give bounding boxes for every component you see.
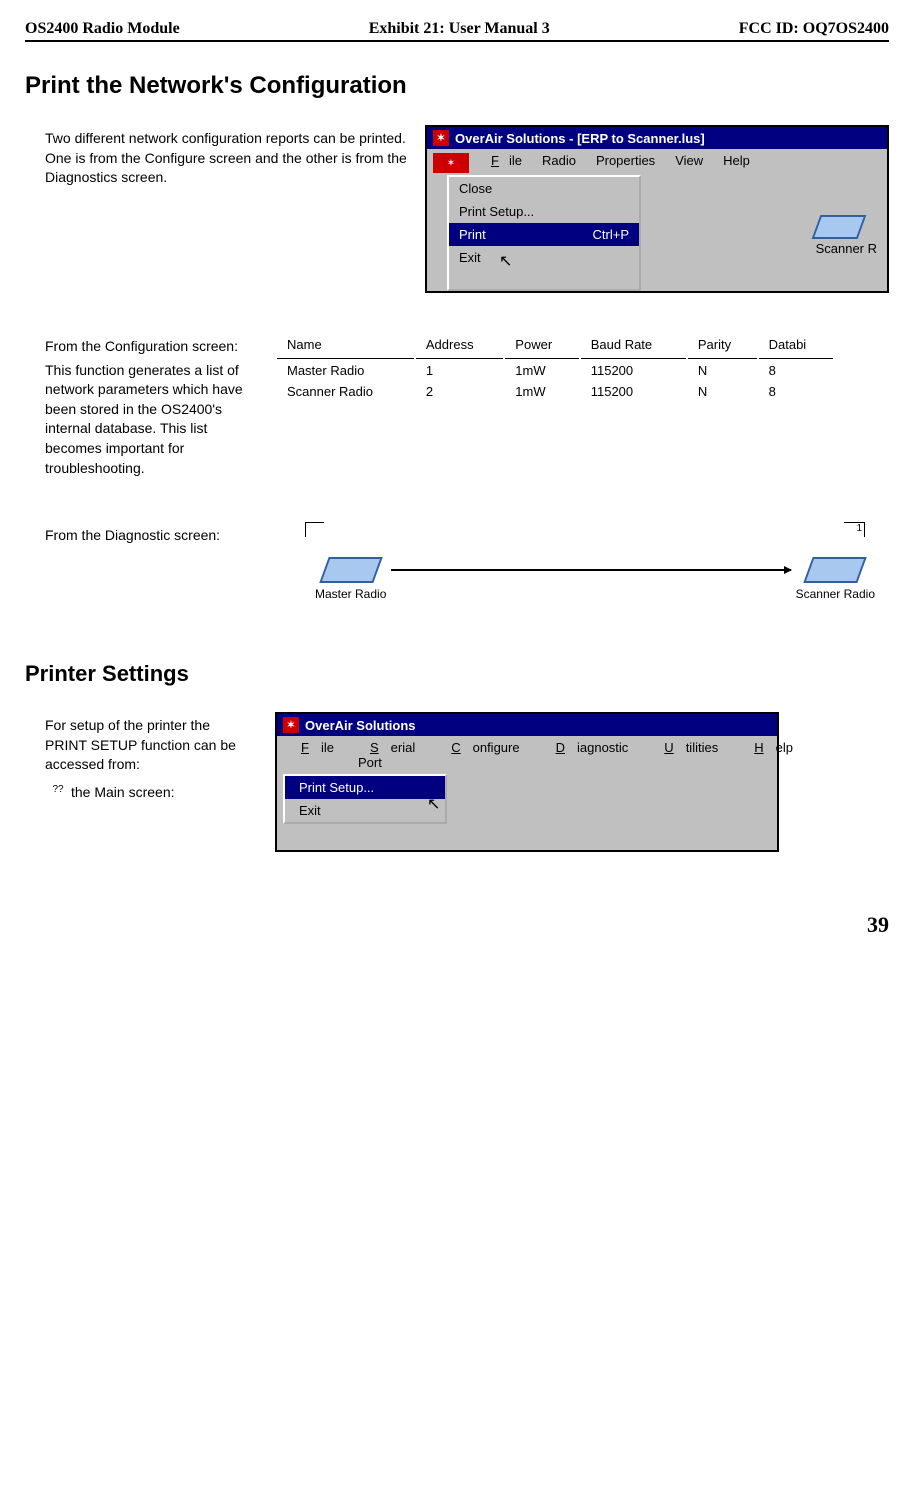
window-title-2: OverAir Solutions — [305, 718, 416, 733]
col-parity: Parity — [688, 335, 757, 359]
connection-line — [391, 569, 790, 571]
file-dropdown-2: Print Setup... Exit — [283, 774, 447, 824]
menu-file[interactable]: File — [471, 151, 532, 173]
file-dropdown: Close Print Setup... PrintCtrl+P Exit ↖ — [447, 175, 641, 291]
menu-configure[interactable]: Configure — [427, 738, 531, 772]
page-number: 39 — [25, 912, 889, 938]
menu-properties[interactable]: Properties — [586, 151, 665, 173]
table-row: Master Radio1 1mW115200 N8 — [277, 361, 833, 380]
scanner-node: Scanner Radio — [796, 557, 875, 601]
menu-item-print-setup[interactable]: Print Setup... — [449, 200, 639, 223]
page-title: Print the Network's Configuration — [25, 72, 889, 100]
menu-utilities[interactable]: Utilities — [640, 738, 730, 772]
config-table: Name Address Power Baud Rate Parity Data… — [275, 333, 835, 403]
menu-help[interactable]: Help — [713, 151, 760, 173]
intro-text: Two different network configuration repo… — [25, 125, 425, 192]
printer-text: For setup of the printer the PRINT SETUP… — [25, 712, 245, 802]
menu-file-2[interactable]: File — [277, 738, 346, 772]
col-baud: Baud Rate — [581, 335, 686, 359]
diagnostic-text: From the Diagnostic screen: — [25, 522, 245, 550]
col-power: Power — [505, 335, 578, 359]
corner-mark-r: 1 — [844, 522, 865, 537]
network-diagram: Master Radio Scanner Radio — [305, 537, 885, 601]
header-center: Exhibit 21: User Manual 3 — [369, 20, 550, 38]
corner-mark — [305, 522, 324, 537]
menu-serial-port[interactable]: Serial Port — [346, 738, 427, 772]
section-title-printer: Printer Settings — [25, 661, 889, 687]
menubar-2: File Serial Port Configure Diagnostic Ut… — [277, 736, 777, 774]
bullet-text: the Main screen: — [71, 783, 175, 803]
scanner-graphic: Scanner R — [806, 175, 887, 291]
menu-item-exit-2[interactable]: Exit — [285, 799, 445, 822]
window-titlebar-2: ✶ OverAir Solutions — [277, 714, 777, 736]
header-right: FCC ID: OQ7OS2400 — [739, 20, 889, 38]
config-text: From the Configuration screen: This func… — [25, 333, 245, 482]
table-row: Scanner Radio2 1mW115200 N8 — [277, 382, 833, 401]
menu-diagnostic[interactable]: Diagnostic — [532, 738, 641, 772]
doc-icon: ✶ — [433, 153, 469, 173]
file-menu-screenshot: ✶ OverAir Solutions - [ERP to Scanner.lu… — [425, 125, 889, 293]
menu-item-print-setup-2[interactable]: Print Setup... — [285, 776, 445, 799]
header-left: OS2400 Radio Module — [25, 20, 180, 38]
menu-item-close[interactable]: Close — [449, 177, 639, 200]
col-databits: Databi — [759, 335, 833, 359]
menubar: ✶ File Radio Properties View Help — [427, 149, 887, 175]
bullet-marker: ?? — [45, 783, 71, 797]
menu-help-2[interactable]: Help — [730, 738, 805, 772]
app-icon: ✶ — [433, 130, 449, 146]
window-titlebar: ✶ OverAir Solutions - [ERP to Scanner.lu… — [427, 127, 887, 149]
master-node: Master Radio — [315, 557, 386, 601]
menu-radio[interactable]: Radio — [532, 151, 586, 173]
menu-item-print[interactable]: PrintCtrl+P — [449, 223, 639, 246]
app-icon: ✶ — [283, 717, 299, 733]
col-address: Address — [416, 335, 503, 359]
page-header: OS2400 Radio Module Exhibit 21: User Man… — [25, 20, 889, 42]
window-title: OverAir Solutions - [ERP to Scanner.lus] — [455, 131, 705, 146]
col-name: Name — [277, 335, 414, 359]
cursor-icon-2: ↖ — [427, 796, 440, 813]
cursor-icon: ↖ — [499, 251, 689, 271]
menu-view[interactable]: View — [665, 151, 713, 173]
print-setup-screenshot: ✶ OverAir Solutions File Serial Port Con… — [275, 712, 779, 852]
